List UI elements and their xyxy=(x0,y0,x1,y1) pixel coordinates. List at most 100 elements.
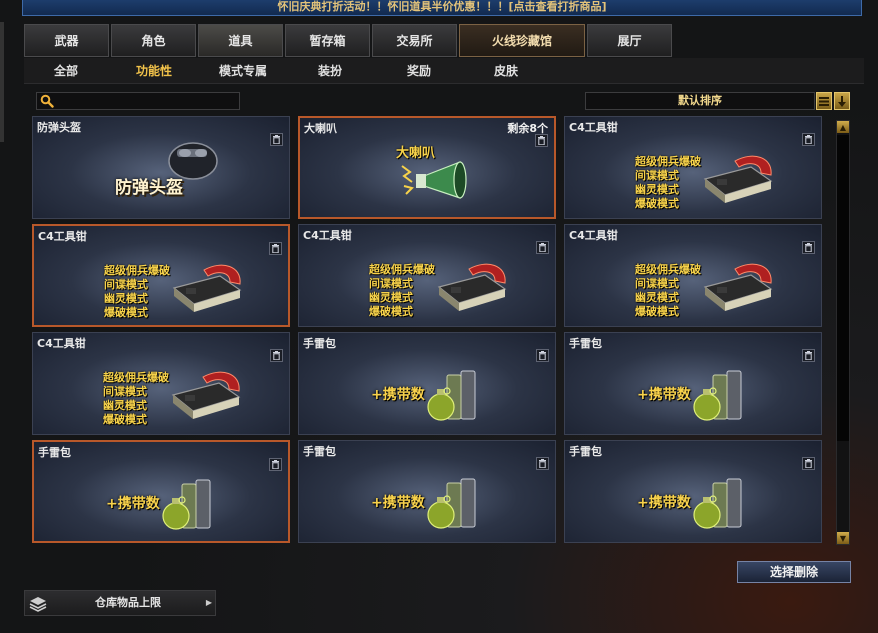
item-card[interactable]: 防弹头盔 防弹头盔 xyxy=(32,116,290,219)
tab-exchange[interactable]: 交易所 xyxy=(372,24,457,57)
subtab-reward[interactable]: 奖励 xyxy=(407,58,431,84)
storage-limit-bar[interactable]: 仓库物品上限 ▶ xyxy=(24,590,216,616)
carry-count-label: +携带数 xyxy=(371,495,425,511)
c4-mode-label: 超级佣兵爆破 xyxy=(635,155,701,168)
grenade-pack-icon xyxy=(427,370,476,421)
search-box xyxy=(36,92,240,110)
c4-mode-label: 幽灵模式 xyxy=(369,291,413,304)
item-name: 手雷包 xyxy=(569,445,602,458)
c4-mode-label: 超级佣兵爆破 xyxy=(104,264,170,277)
item-artwork: 超级佣兵爆破 间谍模式 幽灵模式 爆破模式 xyxy=(33,351,289,433)
item-name: 手雷包 xyxy=(303,337,336,350)
c4-mode-list: 超级佣兵爆破 间谍模式 幽灵模式 爆破模式 xyxy=(635,263,701,319)
sort-dropdown[interactable]: 默认排序 xyxy=(585,92,815,110)
carry-count-label: +携带数 xyxy=(637,495,691,511)
carry-count-label: +携带数 xyxy=(106,496,160,512)
item-name: C4工具钳 xyxy=(569,121,618,134)
select-delete-button[interactable]: 选择删除 xyxy=(737,561,851,583)
tab-gallery[interactable]: 展厅 xyxy=(587,24,672,57)
megaphone-icon xyxy=(401,161,467,199)
item-artwork: 防弹头盔 xyxy=(33,135,289,217)
item-artwork: 超级佣兵爆破 间谍模式 幽灵模式 爆破模式 xyxy=(299,243,555,325)
main-tab-bar: 武器 角色 道具 暂存箱 交易所 火线珍藏馆 展厅 xyxy=(24,24,672,57)
item-card[interactable]: 手雷包 +携带数 xyxy=(564,440,822,543)
item-name: C4工具钳 xyxy=(37,337,86,350)
grenade-pack-icon xyxy=(693,370,742,421)
item-artwork: 大喇叭 xyxy=(300,136,554,218)
c4-mode-label: 爆破模式 xyxy=(104,306,148,319)
c4-mode-label: 间谍模式 xyxy=(635,169,679,182)
item-name: C4工具钳 xyxy=(38,230,87,243)
item-card[interactable]: 大喇叭 剩余8个 大喇叭 xyxy=(298,116,556,219)
item-name: C4工具钳 xyxy=(303,229,352,242)
scroll-thumb[interactable] xyxy=(837,135,849,441)
scrollbar[interactable]: ▲ ▼ xyxy=(836,120,850,545)
search-input[interactable] xyxy=(55,93,235,109)
item-card[interactable]: C4工具钳超级佣兵爆破 间谍模式 幽灵模式 爆破模式 xyxy=(564,224,822,327)
subtab-functional[interactable]: 功能性 xyxy=(136,58,172,84)
item-artwork: +携带数 xyxy=(565,459,821,541)
item-card[interactable]: 手雷包 +携带数 xyxy=(564,332,822,435)
tab-collection[interactable]: 火线珍藏馆 xyxy=(459,24,585,57)
left-edge-strip xyxy=(0,22,4,142)
item-artwork: 超级佣兵爆破 间谍模式 幽灵模式 爆破模式 xyxy=(565,243,821,325)
item-art-label: 防弹头盔 xyxy=(115,178,183,198)
layers-icon xyxy=(29,597,47,612)
scroll-up-icon[interactable]: ▲ xyxy=(837,121,849,133)
c4-mode-label: 幽灵模式 xyxy=(103,399,147,412)
item-card[interactable]: 手雷包 +携带数 xyxy=(32,440,290,543)
c4-mode-label: 超级佣兵爆破 xyxy=(635,263,701,276)
c4-mode-list: 超级佣兵爆破 间谍模式 幽灵模式 爆破模式 xyxy=(369,263,435,319)
promo-banner[interactable]: 怀旧庆典打折活动！！怀旧道具半价优惠！！！[点击查看打折商品] xyxy=(22,0,862,16)
grenade-pack-icon xyxy=(693,478,742,529)
search-icon xyxy=(40,94,54,108)
item-name: 防弹头盔 xyxy=(37,121,81,134)
c4-mode-label: 间谍模式 xyxy=(369,277,413,290)
subtab-all[interactable]: 全部 xyxy=(54,58,78,84)
item-card[interactable]: 手雷包 +携带数 xyxy=(298,332,556,435)
list-view-icon[interactable] xyxy=(816,92,832,110)
item-name: 手雷包 xyxy=(303,445,336,458)
storage-limit-label: 仓库物品上限 xyxy=(95,596,161,609)
subtab-outfit[interactable]: 装扮 xyxy=(318,58,342,84)
c4-mode-label: 间谍模式 xyxy=(635,277,679,290)
carry-count-label: +携带数 xyxy=(637,387,691,403)
item-card[interactable]: C4工具钳 超级佣兵爆破 间谍模式 幽灵模式 爆破模式 xyxy=(32,224,290,327)
sort-direction-icon[interactable] xyxy=(834,92,850,110)
subtab-skin[interactable]: 皮肤 xyxy=(494,58,518,84)
c4-mode-label: 间谍模式 xyxy=(103,385,147,398)
c4-mode-label: 爆破模式 xyxy=(103,413,147,426)
c4-pliers-icon xyxy=(172,264,242,312)
scroll-down-icon[interactable]: ▼ xyxy=(837,532,849,544)
c4-mode-label: 爆破模式 xyxy=(369,305,413,318)
tab-items[interactable]: 道具 xyxy=(198,24,283,57)
carry-count-label: +携带数 xyxy=(371,387,425,403)
item-name: C4工具钳 xyxy=(569,229,618,242)
c4-mode-label: 间谍模式 xyxy=(104,278,148,291)
item-card[interactable]: C4工具钳超级佣兵爆破 间谍模式 幽灵模式 爆破模式 xyxy=(564,116,822,219)
item-artwork: +携带数 xyxy=(299,459,555,541)
sub-tab-bar: 全部 功能性 模式专属 装扮 奖励 皮肤 xyxy=(24,58,864,84)
chevron-right-icon[interactable]: ▶ xyxy=(206,591,212,615)
tab-temp-box[interactable]: 暂存箱 xyxy=(285,24,370,57)
c4-mode-label: 爆破模式 xyxy=(635,305,679,318)
item-grid: 防弹头盔 防弹头盔 大喇叭 剩余8个 大喇叭 C4工具钳 超级佣兵爆破 间谍模式 幽灵模式 爆破模… xyxy=(32,116,832,548)
item-name: 手雷包 xyxy=(38,446,71,459)
c4-mode-label: 幽灵模式 xyxy=(635,291,679,304)
item-card[interactable]: 手雷包 +携带数 xyxy=(298,440,556,543)
tab-weapons[interactable]: 武器 xyxy=(24,24,109,57)
c4-mode-list: 超级佣兵爆破 间谍模式 幽灵模式 爆破模式 xyxy=(103,371,169,427)
item-name: 大喇叭 xyxy=(304,122,337,135)
c4-pliers-icon xyxy=(171,371,241,419)
c4-mode-list: 超级佣兵爆破 间谍模式 幽灵模式 爆破模式 xyxy=(635,155,701,211)
tab-characters[interactable]: 角色 xyxy=(111,24,196,57)
shop-window: 怀旧庆典打折活动！！怀旧道具半价优惠！！！[点击查看打折商品] 武器 角色 道具… xyxy=(0,0,878,633)
item-artwork: 超级佣兵爆破 间谍模式 幽灵模式 爆破模式 xyxy=(34,244,288,326)
item-card[interactable]: C4工具钳超级佣兵爆破 间谍模式 幽灵模式 爆破模式 xyxy=(32,332,290,435)
c4-pliers-icon xyxy=(703,155,773,203)
c4-pliers-icon xyxy=(437,263,507,311)
item-card[interactable]: C4工具钳超级佣兵爆破 间谍模式 幽灵模式 爆破模式 xyxy=(298,224,556,327)
subtab-mode-exclusive[interactable]: 模式专属 xyxy=(219,58,267,84)
item-artwork: +携带数 xyxy=(565,351,821,433)
item-artwork: +携带数 xyxy=(34,460,288,542)
